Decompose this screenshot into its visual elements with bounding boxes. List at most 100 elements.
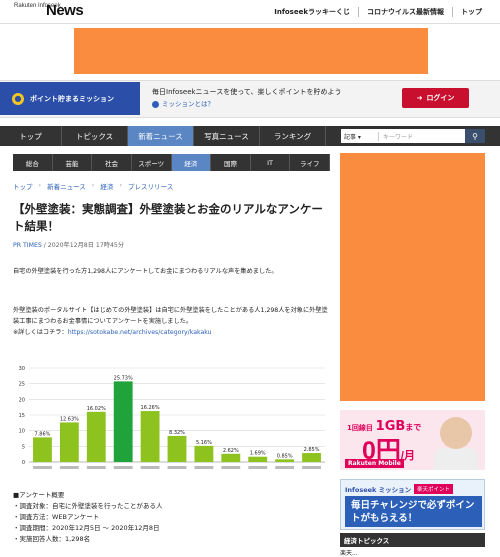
article-lead: 自宅の外壁塗装を行った方1,298人にアンケートしてお金にまつわるリアルな声を集… [13,268,278,275]
infoseek-mission-ad[interactable]: Infoseek ミッション 楽天ポイント 毎日チャレンジで必ずポイントがもらえ… [340,479,485,530]
y-tick-label: 15 [19,413,25,419]
bar-value-label: 25.73% [114,375,133,381]
rakuten-mobile-logo: Rakuten Mobile [345,459,404,468]
mission-title: Infoseek ミッション [345,486,412,494]
cat-economy[interactable]: 経済 [171,154,212,171]
bar [302,453,321,462]
y-tick-label: 25 [19,382,25,388]
points-mission-button[interactable]: ● ポイント貯まるミッション [0,82,140,115]
cat-life[interactable]: ライフ [290,154,330,171]
cat-sports[interactable]: スポーツ [132,154,172,171]
bar-value-label: 2.62% [223,448,239,454]
survey-method: ・調査方法：WEBアンケート [13,513,100,521]
survey-count: ・実施回答人数：1,298名 [13,535,91,543]
cat-general[interactable]: 総合 [13,154,53,171]
survey-bar-chart: 0 5 10 15 20 25 30 7.86% 12.63% 16.02% 25.73% 16.26… [19,366,325,469]
x-tick-label-illegible [59,466,79,469]
breadcrumb-new[interactable]: 新着ニュース [47,181,86,191]
sidebar-ad[interactable] [340,153,485,401]
survey-target: ・調査対象：自宅に外壁塗装を行ったことがある人 [13,502,163,510]
nav-topics[interactable]: トピックス [62,126,128,146]
x-tick-label-illegible [113,466,133,469]
survey-heading: ■アンケート概要 [13,491,65,499]
cat-society[interactable]: 社会 [92,154,132,171]
bar [221,453,241,462]
model-face [440,417,472,449]
y-tick-label: 0 [22,460,25,466]
bar [248,456,268,462]
bar [113,381,133,462]
mission-help-link[interactable]: ミッションとは？ [152,98,342,110]
breadcrumb: トップ › 新着ニュース › 経済 › プレスリリース [13,181,174,191]
bar-value-label: 5.16% [196,440,212,446]
bar-value-label: 12.63% [60,416,79,422]
x-tick-label-illegible [167,466,187,469]
nav-top[interactable]: トップ [0,126,62,146]
points-message: 毎日Infoseekニュースを使って、楽しくポイントを貯めよう ミッションとは？ [152,88,342,110]
x-tick-label-illegible [140,466,160,469]
y-tick-label: 10 [19,429,25,435]
x-tick-label-illegible [302,466,321,469]
login-icon: ➜ [416,94,423,102]
bar-value-label: 16.02% [87,406,106,412]
top-ad-banner[interactable] [74,28,428,74]
breadcrumb-press[interactable]: プレスリリース [128,181,173,191]
search-button[interactable]: ⚲ [465,129,485,143]
lucky-kuji-link[interactable]: Infoseekラッキーくじ [266,7,358,17]
y-tick-label: 5 [22,444,25,450]
bar [194,445,214,462]
nav-photo-news[interactable]: 写真ニュース [194,126,260,146]
rakuten-mobile-ad[interactable]: 1回線目 1GBまで 0円/月 Rakuten Mobile [340,410,485,470]
cat-it[interactable]: IT [251,154,291,171]
bar [275,459,295,462]
breadcrumb-top[interactable]: トップ [13,181,33,191]
nav-ranking[interactable]: ランキング [260,126,326,146]
mission-message: 毎日チャレンジで必ずポイントがもらえる！ [345,496,482,527]
bar-value-label: 0.85% [277,453,293,459]
article-link[interactable]: https://sotokabe.net/archives/category/k… [68,329,212,336]
economy-topics-header: 経済トピックス [340,533,485,547]
bar-value-label: 16.26% [141,405,160,411]
bar-value-label: 2.85% [304,447,320,453]
x-tick-label-illegible [248,466,268,469]
bar [59,422,79,462]
bar [167,435,187,462]
search-category-select[interactable]: 記事 ▾ [341,131,379,141]
article-source[interactable]: PR TIMES [13,242,42,249]
article-body: 外壁塗装のポータルサイト【はじめての外壁塗装】は自宅に外壁塗装をしたことがある人… [13,307,328,336]
top-link[interactable]: トップ [452,7,490,17]
x-tick-label-illegible [33,466,52,469]
x-tick-label-illegible [275,466,295,469]
mission-tag: 楽天ポイント [414,484,454,494]
corona-info-link[interactable]: コロナウイルス最新情報 [358,7,452,17]
bar-value-label: 8.32% [169,430,185,436]
coin-icon: ● [12,92,24,105]
cat-international[interactable]: 国際 [211,154,251,171]
bar-value-label: 7.86% [35,431,51,437]
survey-summary: ■アンケート概要 ・調査対象：自宅に外壁塗装を行ったことがある人 ・調査方法：W… [13,490,333,545]
category-nav: 総合 芸能 社会 スポーツ 経済 国際 IT ライフ [13,154,330,171]
article-title: 【外壁塗装：実態調査】外壁塗装とお金のリアルなアンケート結果！ [13,202,323,233]
y-tick-label: 20 [19,397,25,403]
cat-entertainment[interactable]: 芸能 [53,154,93,171]
question-icon [152,100,159,108]
header-links: Infoseekラッキーくじ コロナウイルス最新情報 トップ [266,7,490,17]
x-tick-label-illegible [86,466,106,469]
search-icon: ⚲ [472,131,478,141]
news-logo[interactable]: News [46,2,84,19]
x-tick-label-illegible [194,466,214,469]
login-button[interactable]: ➜ ログイン [402,88,469,108]
economy-topics-item[interactable]: 楽天... [340,548,358,557]
y-tick-label: 30 [19,366,25,372]
model-photo [434,448,478,470]
nav-new-news[interactable]: 新着ニュース [128,126,194,146]
search-box: 記事 ▾ キーワード ⚲ [341,129,485,143]
bar-value-label: 1.69% [250,451,266,457]
bar [33,437,52,462]
x-tick-label-illegible [221,466,241,469]
article-meta: PR TIMES / 2020年12月8日 17時45分 [13,242,125,249]
site-header: Rakuten Infoseek News Infoseekラッキーくじ コロナ… [0,0,500,24]
search-input[interactable]: キーワード [379,132,465,141]
breadcrumb-economy[interactable]: 経済 [100,181,113,191]
bar [86,411,106,462]
